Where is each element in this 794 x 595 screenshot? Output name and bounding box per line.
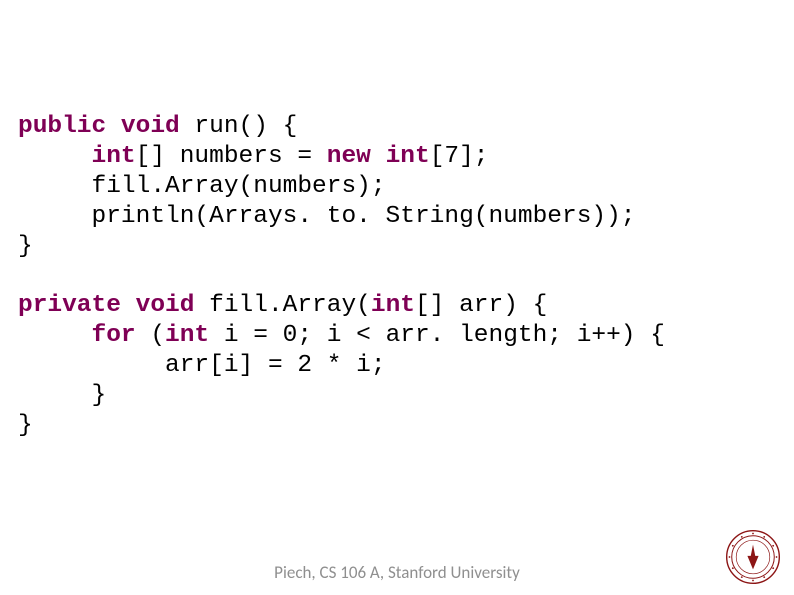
code-line-8: for (int i = 0; i < arr. length; i++) { xyxy=(18,322,665,349)
code-line-2: int[] numbers = new int[7]; xyxy=(18,143,489,170)
keyword-new: new xyxy=(327,143,371,170)
stanford-seal-icon xyxy=(725,529,781,585)
footer-text: Piech, CS 106 A, Stanford University xyxy=(0,562,794,583)
keyword-private: private xyxy=(18,292,121,319)
keyword-for: for xyxy=(92,322,136,349)
code-line-4: println(Arrays. to. String(numbers)); xyxy=(18,203,636,230)
code-line-7: private void fill.Array(int[] arr) { xyxy=(18,292,547,319)
code-line-3: fill.Array(numbers); xyxy=(18,173,386,200)
keyword-int: int xyxy=(92,143,136,170)
code-line-1: public void run() { xyxy=(18,113,297,140)
keyword-int-2: int xyxy=(386,143,430,170)
code-line-9: arr[i] = 2 * i; xyxy=(18,352,386,379)
code-line-11: } xyxy=(18,412,33,439)
keyword-void: void xyxy=(121,113,180,140)
keyword-public: public xyxy=(18,113,106,140)
code-line-10: } xyxy=(18,382,106,409)
code-block: public void run() { int[] numbers = new … xyxy=(18,112,665,441)
code-line-5: } xyxy=(18,233,33,260)
keyword-int-3: int xyxy=(371,292,415,319)
keyword-int-4: int xyxy=(165,322,209,349)
keyword-void-2: void xyxy=(136,292,195,319)
